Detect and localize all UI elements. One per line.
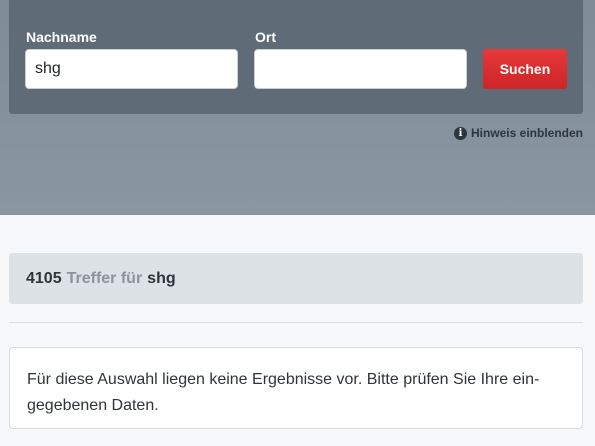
search-term: shg	[147, 269, 176, 287]
search-hero: Nachname Ort Suchen i Hinweis einblenden	[0, 0, 595, 215]
result-count: 4105	[26, 269, 62, 287]
search-panel: Nachname Ort Suchen	[9, 0, 583, 114]
city-input[interactable]	[254, 49, 467, 89]
show-hint-link[interactable]: i Hinweis einblenden	[453, 126, 583, 140]
info-icon: i	[453, 126, 467, 140]
no-results-notice: Für diese Auswahl liegen keine Ergebniss…	[9, 347, 583, 429]
no-results-text: Für diese Auswahl liegen keine Ergebniss…	[27, 371, 540, 414]
search-button[interactable]: Suchen	[483, 49, 567, 89]
divider	[9, 322, 583, 323]
lastname-input[interactable]	[25, 49, 238, 89]
result-count-text: Treffer für	[66, 269, 143, 287]
show-hint-label: Hinweis einblenden	[470, 126, 583, 140]
city-label: Ort	[255, 29, 276, 45]
result-count-bar: 4105 Treffer für shg	[9, 253, 583, 304]
lastname-label: Nachname	[26, 29, 97, 45]
